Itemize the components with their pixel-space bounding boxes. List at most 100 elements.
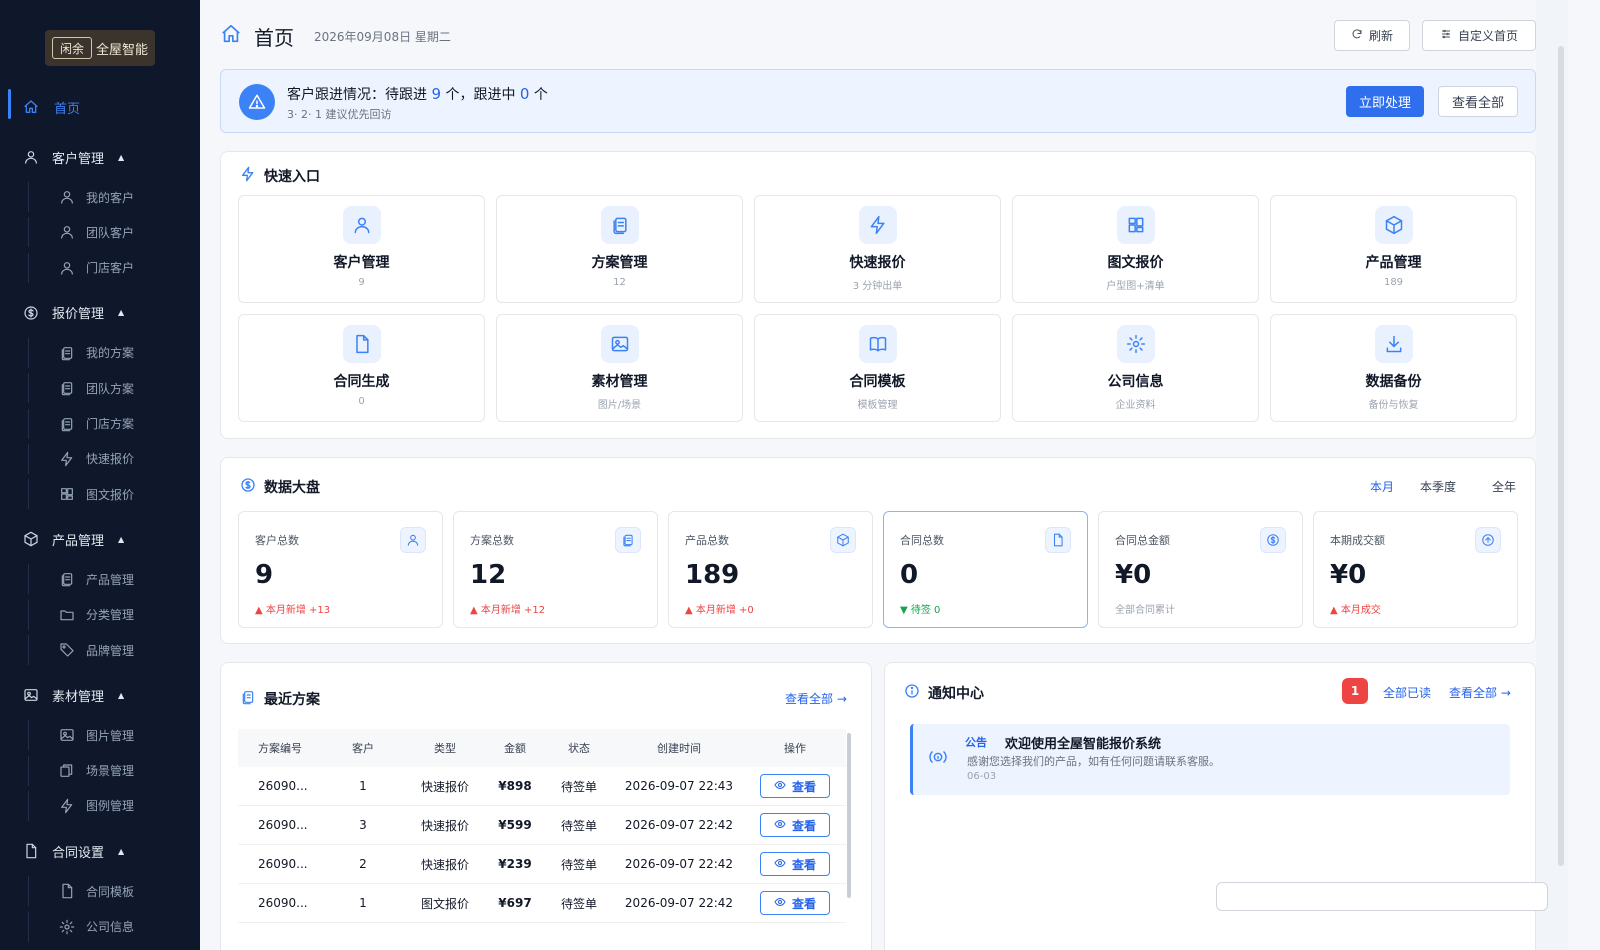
cell-amount: ¥898 <box>498 779 532 793</box>
quick-tile[interactable]: 公司信息 企业资料 <box>1012 314 1259 422</box>
image-icon <box>601 325 639 363</box>
sidebar-item[interactable]: 我的方案 <box>0 337 200 368</box>
stat-tile[interactable]: 合同总数 0 ▼ 待签 0 <box>883 511 1088 628</box>
sidebar-group-3[interactable]: 素材管理 ▲ <box>0 679 200 711</box>
quick-entry-title-text: 快速入口 <box>264 169 320 185</box>
sidebar-item[interactable]: 产品管理 <box>0 564 200 595</box>
period-quarter[interactable]: 本季度 <box>1420 478 1492 495</box>
page-scrollbar[interactable] <box>1536 0 1568 950</box>
cell-status: 待签单 <box>560 896 597 911</box>
sidebar-item[interactable]: 合同模板 <box>0 876 200 907</box>
customize-home-button[interactable]: 自定义首页 <box>1422 20 1536 51</box>
cell-action: 查看 <box>744 891 846 915</box>
cell-type: 图文报价 <box>420 896 469 911</box>
sidebar-item[interactable]: 门店方案 <box>0 408 200 439</box>
quick-tile-sub: 3 分钟出单 <box>852 281 903 292</box>
page-scrollbar-thumb[interactable] <box>1558 46 1564 866</box>
view-plan-button[interactable]: 查看 <box>760 891 830 915</box>
sidebar-group-label: 素材管理 <box>52 689 105 705</box>
sidebar-group-1[interactable]: 报价管理 ▲ <box>0 297 200 329</box>
quick-tile[interactable]: 客户管理 9 <box>238 195 485 303</box>
caret-up-icon: ▲ <box>118 152 125 162</box>
notification-view-all-link[interactable]: 查看全部 → <box>1449 684 1511 701</box>
quick-tile[interactable]: 合同生成 0 <box>238 314 485 422</box>
tree-line <box>28 337 29 368</box>
sidebar-group-2[interactable]: 产品管理 ▲ <box>0 523 200 555</box>
mark-all-read-link[interactable]: 全部已读 <box>1383 684 1431 701</box>
sidebar-item[interactable]: 图片管理 <box>0 720 200 751</box>
sidebar-item[interactable]: 场景管理 <box>0 755 200 786</box>
sidebar-item[interactable]: 团队客户 <box>0 217 200 248</box>
sidebar-group-0[interactable]: 客户管理 ▲ <box>0 141 200 173</box>
stat-tile[interactable]: 客户总数 9 ▲ 本月新增 +13 <box>238 511 443 628</box>
tree-line <box>28 876 29 907</box>
user-icon <box>22 148 40 166</box>
document-icon <box>1045 527 1071 553</box>
quick-tile[interactable]: 合同模板 模板管理 <box>754 314 1001 422</box>
quick-tile-label: 图文报价 <box>1107 255 1164 271</box>
sidebar-item[interactable]: 品牌管理 <box>0 635 200 665</box>
quick-tile[interactable]: 素材管理 图片/场景 <box>496 314 743 422</box>
process-now-button[interactable]: 立即处理 <box>1346 86 1424 117</box>
unread-badge: 1 <box>1342 678 1368 704</box>
stat-label: 产品总数 <box>685 534 729 547</box>
notice-title: 欢迎使用全屋智能报价系统 <box>1005 737 1162 752</box>
quick-tile[interactable]: 图文报价 户型图+清单 <box>1012 195 1259 303</box>
cell-created: 2026-09-07 22:42 <box>624 818 734 832</box>
floating-input-bar[interactable] <box>1216 882 1548 911</box>
sidebar-item-label: 快速报价 <box>86 452 135 467</box>
sidebar-item[interactable]: 我的客户 <box>0 182 200 212</box>
period-month[interactable]: 本月 <box>1370 478 1420 495</box>
view-plan-button[interactable]: 查看 <box>760 852 830 876</box>
quick-tile[interactable]: 产品管理 189 <box>1270 195 1517 303</box>
clipboard-icon <box>58 344 76 362</box>
cell-type: 快速报价 <box>420 857 469 872</box>
stat-tile[interactable]: 本期成交额 ¥0 ▲ 本月成交 <box>1313 511 1518 628</box>
recent-plans-title: 最近方案 <box>240 689 320 709</box>
notice-item[interactable]: 公告 欢迎使用全屋智能报价系统 感谢您选择我们的产品，如有任何问题请联系客服。 … <box>910 724 1510 795</box>
table-body: 26090... 1 快速报价 ¥898 待签单 2026-09-07 22:43 查看 26… <box>238 767 846 923</box>
sidebar-item[interactable]: 图例管理 <box>0 790 200 821</box>
eye-icon <box>774 779 786 794</box>
table-scrollbar[interactable] <box>847 733 851 898</box>
sidebar-item[interactable]: 团队方案 <box>0 373 200 404</box>
notice-tag: 公告 <box>965 736 987 749</box>
dollar-icon <box>1260 527 1286 553</box>
table-row: 26090... 1 快速报价 ¥898 待签单 2026-09-07 22:43 查看 <box>238 767 846 806</box>
quick-tile[interactable]: 快速报价 3 分钟出单 <box>754 195 1001 303</box>
download-icon <box>1375 325 1413 363</box>
stat-tile[interactable]: 合同总金额 ¥0 全部合同累计 <box>1098 511 1303 628</box>
brand-logo[interactable]: 闲余 全屋智能 <box>45 30 155 66</box>
sidebar-item[interactable]: 快速报价 <box>0 443 200 474</box>
alert-view-all-button[interactable]: 查看全部 <box>1438 86 1518 117</box>
quick-tile-sub: 备份与恢复 <box>1368 400 1419 411</box>
stat-tile[interactable]: 产品总数 189 ▲ 本月新增 +0 <box>668 511 873 628</box>
sidebar-item[interactable]: 分类管理 <box>0 599 200 630</box>
cell-type: 快速报价 <box>420 779 469 794</box>
view-plan-button[interactable]: 查看 <box>760 813 830 837</box>
refresh-button[interactable]: 刷新 <box>1334 20 1410 51</box>
recent-plans-title-text: 最近方案 <box>264 692 320 708</box>
page-header: 首页 2026年09月08日 星期二 <box>220 18 451 54</box>
cell-customer: 1 <box>359 896 367 910</box>
sidebar-item[interactable]: 图文报价 <box>0 479 200 510</box>
sidebar-item-home[interactable]: 首页 <box>0 89 200 125</box>
cell-action: 查看 <box>744 774 846 798</box>
tree-line <box>28 790 29 821</box>
col-type: 类型 <box>434 742 456 755</box>
quick-tile[interactable]: 方案管理 12 <box>496 195 743 303</box>
gear-icon <box>1117 325 1155 363</box>
period-year[interactable]: 全年 <box>1492 478 1532 495</box>
sidebar-item[interactable]: 门店客户 <box>0 252 200 283</box>
logo-seal: 闲余 <box>51 37 92 59</box>
recent-view-all-link[interactable]: 查看全部 → <box>785 690 847 707</box>
sidebar-group-4[interactable]: 合同设置 ▲ <box>0 835 200 867</box>
stat-tile[interactable]: 方案总数 12 ▲ 本月新增 +12 <box>453 511 658 628</box>
cell-status: 待签单 <box>560 857 597 872</box>
view-plan-button[interactable]: 查看 <box>760 774 830 798</box>
col-action: 操作 <box>784 742 806 755</box>
refresh-label: 刷新 <box>1368 29 1393 43</box>
quick-tile[interactable]: 数据备份 备份与恢复 <box>1270 314 1517 422</box>
sidebar-item[interactable]: 公司信息 <box>0 911 200 942</box>
cell-status: 待签单 <box>560 818 597 833</box>
